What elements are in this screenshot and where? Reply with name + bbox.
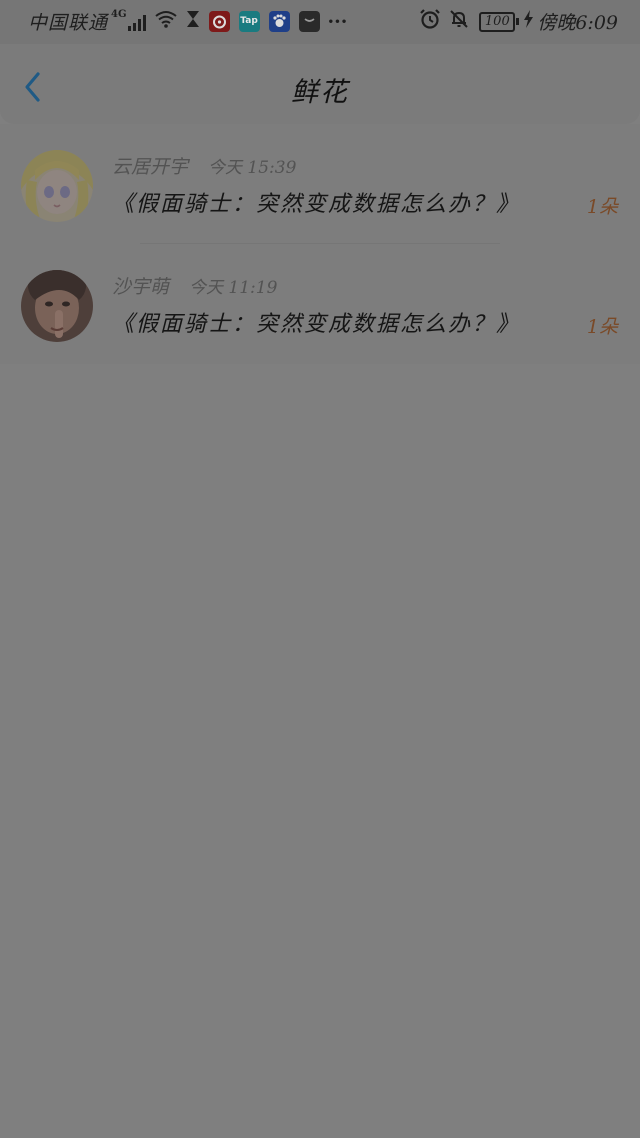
flower-count: 1朵 [586,316,618,338]
list-item[interactable]: 沙宇萌 今天 11:19 《假面骑士：突然变成数据怎么办？》 1朵 [0,244,640,364]
status-bar: 中国联通 4G Tap ··· 100 傍晚6:09 [0,0,640,44]
page-title: 鲜花 [291,77,349,108]
flower-count: 1朵 [586,196,618,218]
battery-icon: 100 [479,11,520,32]
bag-app-icon [298,11,320,32]
timestamp: 今天 11:19 [189,278,278,298]
timestamp: 今天 15:39 [208,158,297,178]
charging-icon [524,10,534,33]
network-type: 4G [111,9,127,20]
battery-level: 100 [479,11,516,32]
hourglass-icon [186,10,200,33]
entry-meta: 沙宇萌 今天 11:19 [112,272,277,299]
carrier-label: 中国联通 [28,12,109,34]
flower-list: 云居开宇 今天 15:39 《假面骑士：突然变成数据怎么办？》 1朵 沙宇萌 今… [0,124,640,364]
wifi-icon [154,10,178,33]
more-notifications-icon: ··· [327,10,348,33]
user-name[interactable]: 云居开宇 [112,152,188,179]
nav-bar: 鲜花 [0,44,640,124]
avatar[interactable] [21,150,93,222]
baidu-icon [268,11,290,32]
user-name[interactable]: 沙宇萌 [112,272,169,299]
mute-bell-icon [449,9,469,34]
status-bar-left: 中国联通 4G Tap ··· [28,8,347,35]
alarm-icon [419,9,441,34]
avatar[interactable] [21,270,93,342]
entry-meta: 云居开宇 今天 15:39 [112,152,296,179]
book-title[interactable]: 《假面骑士：突然变成数据怎么办？》 [112,186,520,218]
list-item[interactable]: 云居开宇 今天 15:39 《假面骑士：突然变成数据怎么办？》 1朵 [0,124,640,244]
status-bar-right: 100 傍晚6:09 [411,8,618,35]
clock: 傍晚6:09 [537,12,618,34]
book-title[interactable]: 《假面骑士：突然变成数据怎么办？》 [112,306,520,338]
netease-music-icon [208,11,230,32]
taptap-icon: Tap [238,11,260,32]
signal-icon [127,13,146,31]
